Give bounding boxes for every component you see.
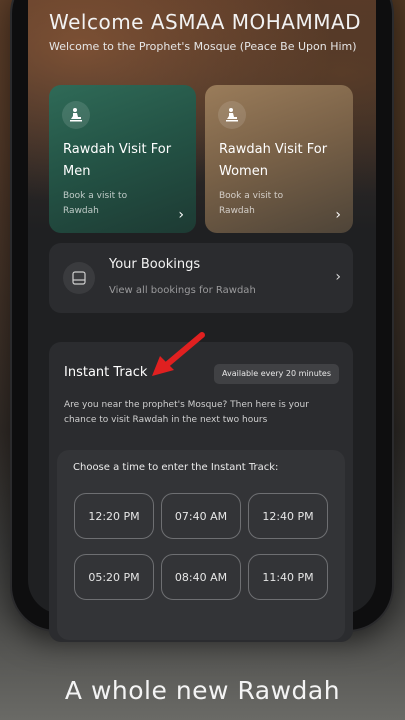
rawdah-men-card[interactable]: Rawdah Visit For Men Book a visit to Raw… bbox=[49, 85, 196, 233]
bookings-title: Your Bookings bbox=[109, 257, 201, 272]
card-title: Rawdah Visit For Men bbox=[63, 142, 172, 179]
instant-track-description: Are you near the prophet's Mosque? Then … bbox=[64, 400, 309, 425]
availability-badge: Available every 20 minutes bbox=[213, 364, 339, 384]
chevron-right-icon: › bbox=[335, 207, 341, 223]
time-slot-button[interactable]: 05:20 PM bbox=[74, 554, 154, 600]
time-slot-button[interactable]: 12:20 PM bbox=[74, 493, 154, 539]
praying-person-icon bbox=[62, 101, 90, 129]
card-description: Book a visit to Rawdah bbox=[63, 191, 128, 216]
chevron-right-icon: › bbox=[335, 269, 341, 285]
instant-track-title: Instant Track bbox=[64, 365, 148, 380]
card-title: Rawdah Visit For Women bbox=[219, 142, 328, 179]
card-description: Book a visit to Rawdah bbox=[219, 191, 284, 216]
red-arrow-annotation bbox=[150, 330, 210, 380]
tagline: A whole new Rawdah bbox=[64, 676, 341, 705]
time-slot-button[interactable]: 08:40 AM bbox=[161, 554, 241, 600]
instant-track-card: Instant Track Available every 20 minutes… bbox=[49, 342, 353, 642]
choose-time-label: Choose a time to enter the Instant Track… bbox=[73, 462, 279, 473]
your-bookings-row[interactable]: Your Bookings View all bookings for Rawd… bbox=[49, 243, 353, 313]
bookings-subtitle: View all bookings for Rawdah bbox=[109, 285, 256, 296]
chevron-right-icon: › bbox=[178, 207, 184, 223]
welcome-title: Welcome ASMAA MOHAMMAD bbox=[49, 10, 362, 34]
welcome-subtitle: Welcome to the Prophet's Mosque (Peace B… bbox=[49, 40, 357, 53]
bookings-icon bbox=[63, 262, 95, 294]
time-slot-panel: Choose a time to enter the Instant Track… bbox=[57, 450, 345, 640]
praying-person-icon bbox=[218, 101, 246, 129]
time-slot-button[interactable]: 07:40 AM bbox=[161, 493, 241, 539]
time-slot-button[interactable]: 11:40 PM bbox=[248, 554, 328, 600]
time-slot-button[interactable]: 12:40 PM bbox=[248, 493, 328, 539]
rawdah-women-card[interactable]: Rawdah Visit For Women Book a visit to R… bbox=[205, 85, 353, 233]
